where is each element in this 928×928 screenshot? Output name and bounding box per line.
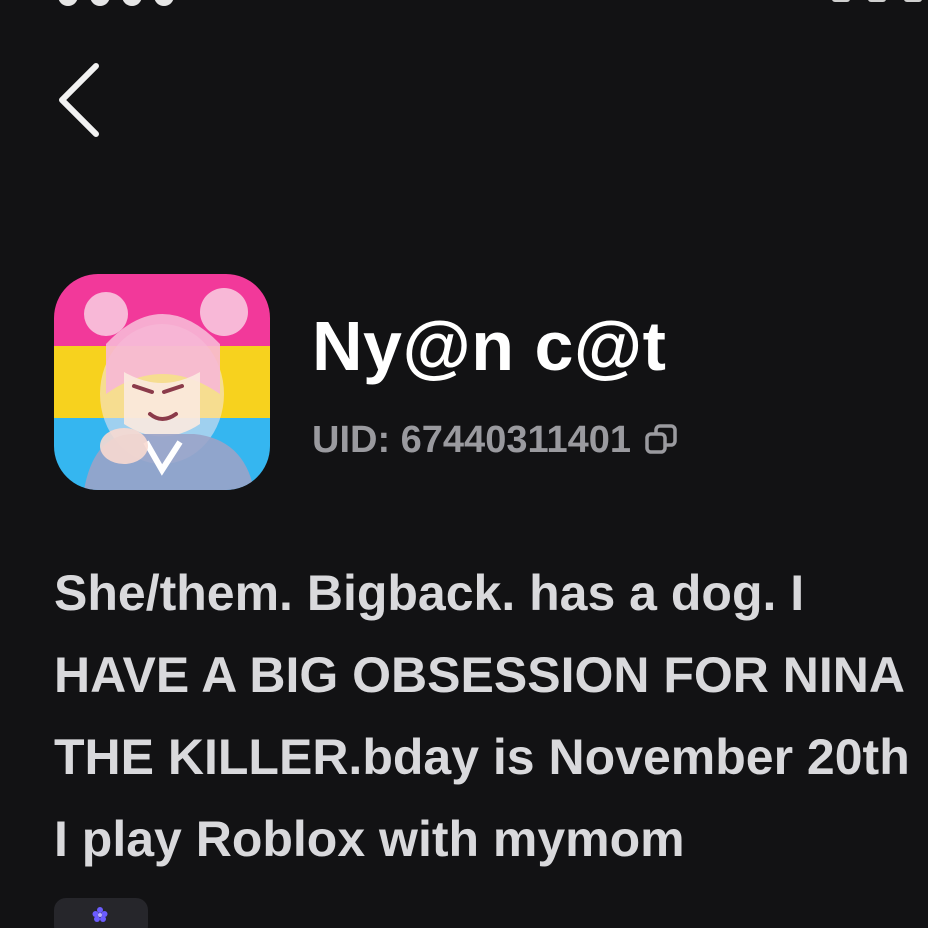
flower-icon [92, 907, 108, 922]
chevron-left-icon [59, 63, 99, 137]
status-indicator-icon [122, 0, 142, 6]
bio-line: She/them. Bigback. has a dog. I [54, 565, 805, 621]
uid-text: UID: 67440311401 [312, 418, 632, 461]
copy-icon[interactable] [643, 422, 679, 458]
signal-icon [868, 0, 886, 2]
status-bar [0, 0, 928, 10]
chat-bubble-icon [154, 0, 174, 6]
avatar-image [54, 274, 270, 490]
bio-line: THE KILLER.bday is November 20th [54, 729, 910, 785]
status-indicator-icon [58, 0, 78, 6]
mute-icon [832, 0, 850, 2]
status-icons-right [832, 0, 922, 2]
status-icons-left [58, 0, 174, 6]
uid-row: UID: 67440311401 [312, 416, 679, 464]
bio-line: HAVE A BIG OBSESSION FOR NINA [54, 647, 906, 703]
avatar[interactable] [54, 274, 270, 490]
bio-line: I play Roblox with mymom [54, 811, 685, 867]
badge-chip[interactable] [54, 898, 148, 928]
status-indicator-icon [90, 0, 110, 6]
back-button[interactable] [50, 58, 114, 142]
battery-icon [904, 0, 922, 2]
profile-name: Ny@n c@t [312, 307, 667, 385]
bio-text: She/them. Bigback. has a dog. I HAVE A B… [54, 552, 928, 880]
